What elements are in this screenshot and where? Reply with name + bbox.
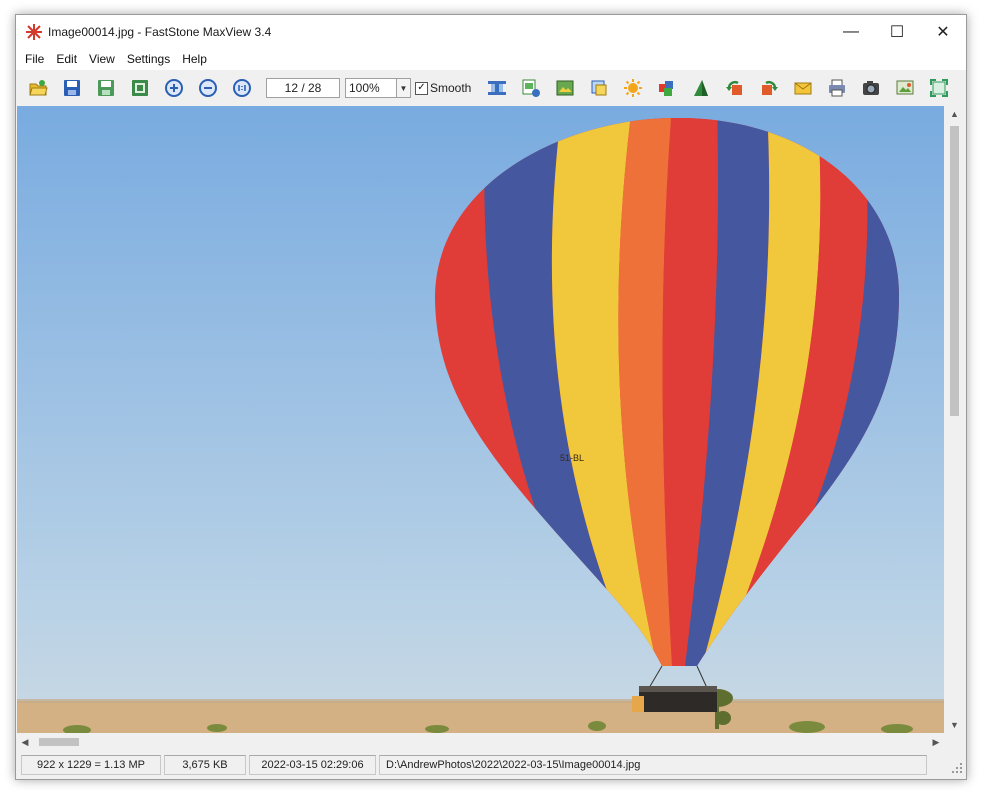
rotate-left-icon xyxy=(726,80,743,95)
zoom-value: 100% xyxy=(349,81,380,95)
adjust-button[interactable] xyxy=(621,76,645,100)
resize-grip-icon[interactable] xyxy=(951,762,963,774)
save-button[interactable] xyxy=(60,76,84,100)
status-date: 2022-03-15 02:29:06 xyxy=(249,755,376,775)
zoom-out-icon xyxy=(199,79,217,97)
colors-button[interactable] xyxy=(655,76,679,100)
actual-size-icon xyxy=(233,79,251,97)
filmstrip-icon xyxy=(488,81,507,95)
actual-size-button[interactable] xyxy=(230,76,254,100)
email-button[interactable] xyxy=(791,76,815,100)
zoom-select[interactable]: 100% ▼ xyxy=(345,78,411,98)
menu-view[interactable]: View xyxy=(83,52,121,66)
maximize-button[interactable]: ☐ xyxy=(874,15,920,48)
scroll-left-icon[interactable]: ◀ xyxy=(17,733,33,751)
checkmark-icon[interactable]: ✓ xyxy=(415,81,428,95)
chevron-down-icon[interactable]: ▼ xyxy=(396,79,410,97)
print-icon xyxy=(829,79,846,97)
status-file-path: D:\AndrewPhotos\2022\2022-03-15\Image000… xyxy=(379,755,927,775)
crop-button[interactable] xyxy=(587,76,611,100)
minimize-button[interactable]: — xyxy=(828,15,874,48)
sharpen-icon xyxy=(694,80,709,96)
title-bar[interactable]: Image00014.jpg - FastStone MaxView 3.4 —… xyxy=(16,15,966,48)
crop-icon xyxy=(591,80,607,96)
zoom-in-icon xyxy=(165,79,183,97)
image-info-icon xyxy=(522,79,541,97)
balloon-mark: 51-BL xyxy=(560,453,584,463)
filmstrip-button[interactable] xyxy=(485,76,509,100)
save-icon xyxy=(64,80,80,96)
menu-settings[interactable]: Settings xyxy=(121,52,176,66)
fullscreen-icon xyxy=(930,79,949,97)
window-title: Image00014.jpg - FastStone MaxView 3.4 xyxy=(48,24,272,39)
status-dimensions: 922 x 1229 = 1.13 MP xyxy=(21,755,161,775)
slideshow-icon xyxy=(896,80,914,95)
menu-help[interactable]: Help xyxy=(176,52,213,66)
camera-button[interactable] xyxy=(859,76,883,100)
adjust-icon xyxy=(624,79,643,97)
camera-icon xyxy=(863,81,880,95)
horizontal-scrollbar[interactable]: ◀ ▶ xyxy=(17,733,944,751)
rotate-right-button[interactable] xyxy=(757,76,781,100)
photo-hot-air-balloon: 51-BL xyxy=(17,106,944,733)
status-bar: 922 x 1229 = 1.13 MP 3,675 KB 2022-03-15… xyxy=(16,753,966,777)
scroll-down-icon[interactable]: ▼ xyxy=(945,717,964,733)
status-file-size: 3,675 KB xyxy=(164,755,246,775)
resize-button[interactable] xyxy=(553,76,577,100)
zoom-out-button[interactable] xyxy=(196,76,220,100)
horizontal-scroll-thumb[interactable] xyxy=(39,738,79,746)
image-info-button[interactable] xyxy=(519,76,543,100)
scroll-up-icon[interactable]: ▲ xyxy=(945,106,964,122)
smooth-checkbox[interactable]: ✓ Smooth xyxy=(415,81,471,95)
app-window: Image00014.jpg - FastStone MaxView 3.4 —… xyxy=(15,14,967,780)
close-button[interactable]: ✕ xyxy=(920,15,966,48)
save-as-icon xyxy=(98,80,114,96)
smooth-label: Smooth xyxy=(430,81,472,95)
open-folder-icon xyxy=(29,80,48,96)
fullscreen-button[interactable] xyxy=(927,76,951,100)
resize-icon xyxy=(556,80,574,96)
rotate-right-icon xyxy=(762,80,779,95)
vertical-scrollbar[interactable]: ▲ ▼ xyxy=(945,106,964,733)
export-button[interactable] xyxy=(128,76,152,100)
zoom-in-button[interactable] xyxy=(162,76,186,100)
print-button[interactable] xyxy=(825,76,849,100)
rotate-left-button[interactable] xyxy=(723,76,747,100)
open-button[interactable] xyxy=(26,76,50,100)
slideshow-button[interactable] xyxy=(893,76,917,100)
sharpen-button[interactable] xyxy=(689,76,713,100)
menu-file[interactable]: File xyxy=(16,52,50,66)
toolbar: 12 / 28 100% ▼ ✓ Smooth xyxy=(16,73,966,103)
export-icon xyxy=(132,80,148,96)
scroll-right-icon[interactable]: ▶ xyxy=(928,733,944,751)
image-viewport[interactable]: 51-BL xyxy=(17,106,944,733)
page-counter[interactable]: 12 / 28 xyxy=(266,78,340,98)
vertical-scroll-thumb[interactable] xyxy=(950,126,959,416)
menu-edit[interactable]: Edit xyxy=(50,52,83,66)
save-as-button[interactable] xyxy=(94,76,118,100)
colors-icon xyxy=(659,81,674,96)
email-icon xyxy=(794,82,812,95)
app-logo-icon xyxy=(26,23,42,40)
window-controls: — ☐ ✕ xyxy=(828,15,966,48)
menu-bar: File Edit View Settings Help xyxy=(16,48,966,70)
